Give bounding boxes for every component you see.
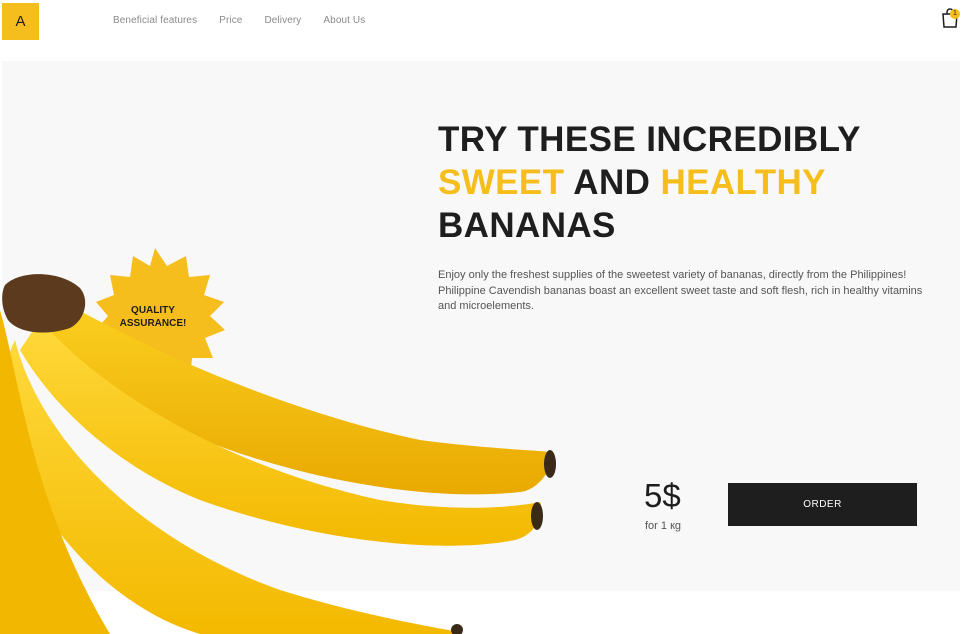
nav-about-us[interactable]: About Us xyxy=(323,15,365,26)
nav-delivery[interactable]: Delivery xyxy=(264,15,301,26)
title-word-and: AND xyxy=(573,163,651,202)
badge-line-2: ASSURANCE! xyxy=(119,318,187,329)
cart-count-badge: 1 xyxy=(950,9,960,19)
price-unit: for 1 кg xyxy=(645,520,681,532)
title-word-healthy: HEALTHY xyxy=(660,163,826,202)
title-line-1: TRY THESE INCREDIBLY xyxy=(438,120,861,159)
hero-title: TRY THESE INCREDIBLY SWEET AND HEALTHY B… xyxy=(438,118,861,247)
logo[interactable]: A xyxy=(2,3,39,40)
nav-price[interactable]: Price xyxy=(219,15,242,26)
badge-line-1: QUALITY xyxy=(131,305,175,316)
nav-beneficial-features[interactable]: Beneficial features xyxy=(113,15,197,26)
quality-badge-label: QUALITY ASSURANCE! xyxy=(108,304,198,330)
price-value: 5$ xyxy=(644,477,681,514)
order-button[interactable]: ORDER xyxy=(728,483,917,526)
main-nav: Beneficial features Price Delivery About… xyxy=(113,15,387,26)
title-word-sweet: SWEET xyxy=(438,163,565,202)
banana-bunch-image xyxy=(0,248,556,634)
